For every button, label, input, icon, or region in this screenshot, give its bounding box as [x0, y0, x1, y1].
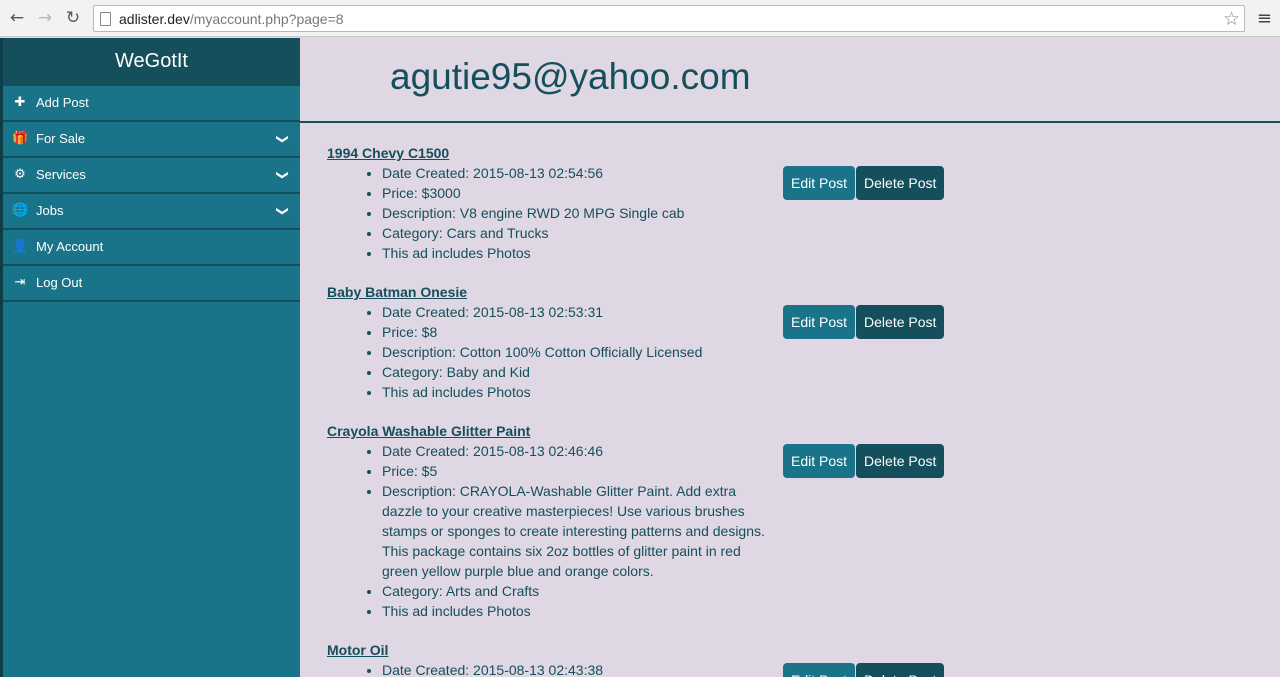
post-details: Date Created: 2015-08-13 02:43:38: [382, 660, 772, 677]
chevron-down-icon: ❯: [275, 133, 290, 145]
sidebar-item-label: Log Out: [36, 275, 83, 290]
plus-icon: ✚: [14, 95, 26, 110]
post-details: Date Created: 2015-08-13 02:46:46 Price:…: [382, 441, 772, 621]
post-price: Price: $8: [382, 322, 772, 342]
bookmark-star-icon[interactable]: ☆: [1223, 8, 1240, 30]
forward-icon[interactable]: →: [35, 8, 55, 28]
log-out-icon: ⇥: [14, 275, 26, 290]
sidebar-item-jobs[interactable]: 🌐 Jobs ❯: [3, 194, 300, 230]
edit-post-button[interactable]: Edit Post: [783, 166, 856, 200]
sidebar-item-label: Jobs: [36, 203, 64, 218]
post-title-link[interactable]: Baby Batman Onesie: [327, 283, 467, 301]
post-category: Category: Cars and Trucks: [382, 223, 772, 243]
post-category: Category: Baby and Kid: [382, 362, 772, 382]
url-path: /myaccount.php?page=8: [189, 11, 344, 27]
post-item: Baby Batman Onesie Date Created: 2015-08…: [327, 283, 967, 402]
edit-post-button[interactable]: Edit Post: [783, 663, 856, 677]
post-date: Date Created: 2015-08-13 02:54:56: [382, 163, 772, 183]
post-details: Date Created: 2015-08-13 02:54:56 Price:…: [382, 163, 772, 263]
post-title-link[interactable]: 1994 Chevy C1500: [327, 144, 449, 162]
edit-post-button[interactable]: Edit Post: [783, 305, 856, 339]
user-icon: 👤: [12, 239, 29, 254]
delete-post-button[interactable]: Delete Post: [856, 305, 945, 339]
sidebar-item-label: Add Post: [36, 95, 89, 110]
post-photos-note: This ad includes Photos: [382, 243, 772, 263]
post-date: Date Created: 2015-08-13 02:46:46: [382, 441, 772, 461]
post-actions: Edit PostDelete Post: [783, 663, 945, 677]
post-photos-note: This ad includes Photos: [382, 601, 772, 621]
post-actions: Edit PostDelete Post: [783, 166, 945, 200]
post-photos-note: This ad includes Photos: [382, 382, 772, 402]
post-description: Description: CRAYOLA-Washable Glitter Pa…: [382, 481, 772, 581]
reload-icon[interactable]: ↻: [63, 8, 83, 28]
sidebar-item-my-account[interactable]: 👤 My Account: [3, 230, 300, 266]
sidebar: WeGotIt ✚ Add Post 🎁 For Sale ❯ ⚙ Servic…: [0, 38, 300, 677]
post-title-link[interactable]: Crayola Washable Glitter Paint: [327, 422, 530, 440]
sidebar-item-services[interactable]: ⚙ Services ❯: [3, 158, 300, 194]
sidebar-item-for-sale[interactable]: 🎁 For Sale ❯: [3, 122, 300, 158]
post-list: 1994 Chevy C1500 Date Created: 2015-08-1…: [327, 144, 967, 677]
post-details: Date Created: 2015-08-13 02:53:31 Price:…: [382, 302, 772, 402]
page-title: agutie95@yahoo.com: [390, 56, 751, 97]
gift-icon: 🎁: [12, 131, 29, 146]
sidebar-item-add-post[interactable]: ✚ Add Post: [3, 86, 300, 122]
post-price: Price: $5: [382, 461, 772, 481]
dashboard-icon: ⚙: [14, 167, 26, 182]
page-header: agutie95@yahoo.com: [300, 38, 1280, 123]
post-actions: Edit PostDelete Post: [783, 444, 945, 478]
post-date: Date Created: 2015-08-13 02:53:31: [382, 302, 772, 322]
post-actions: Edit PostDelete Post: [783, 305, 945, 339]
post-date: Date Created: 2015-08-13 02:43:38: [382, 660, 772, 677]
post-item: Motor Oil Date Created: 2015-08-13 02:43…: [327, 641, 967, 677]
chevron-down-icon: ❯: [275, 169, 290, 181]
delete-post-button[interactable]: Delete Post: [856, 166, 945, 200]
sidebar-item-label: For Sale: [36, 131, 86, 146]
back-icon[interactable]: ←: [7, 8, 27, 28]
browser-toolbar: ← → ↻ adlister.dev/myaccount.php?page=8 …: [0, 0, 1280, 37]
post-item: 1994 Chevy C1500 Date Created: 2015-08-1…: [327, 144, 967, 263]
edit-post-button[interactable]: Edit Post: [783, 444, 856, 478]
post-price: Price: $3000: [382, 183, 772, 203]
address-bar[interactable]: adlister.dev/myaccount.php?page=8 ☆: [93, 5, 1245, 32]
browser-menu-icon[interactable]: ≡: [1257, 8, 1272, 29]
post-title-link[interactable]: Motor Oil: [327, 641, 388, 659]
sidebar-item-label: Services: [36, 167, 86, 182]
post-description: Description: V8 engine RWD 20 MPG Single…: [382, 203, 772, 223]
post-category: Category: Arts and Crafts: [382, 581, 772, 601]
url-text[interactable]: adlister.dev/myaccount.php?page=8: [119, 11, 344, 27]
post-item: Crayola Washable Glitter Paint Date Crea…: [327, 422, 967, 621]
post-description: Description: Cotton 100% Cotton Official…: [382, 342, 772, 362]
page-icon: [100, 12, 111, 26]
globe-icon: 🌐: [12, 203, 29, 218]
sidebar-item-label: My Account: [36, 239, 104, 254]
delete-post-button[interactable]: Delete Post: [856, 663, 945, 677]
chevron-down-icon: ❯: [275, 205, 290, 217]
sidebar-item-log-out[interactable]: ⇥ Log Out: [3, 266, 300, 302]
delete-post-button[interactable]: Delete Post: [856, 444, 945, 478]
url-host: adlister.dev: [119, 11, 190, 27]
brand-title[interactable]: WeGotIt: [3, 38, 300, 86]
